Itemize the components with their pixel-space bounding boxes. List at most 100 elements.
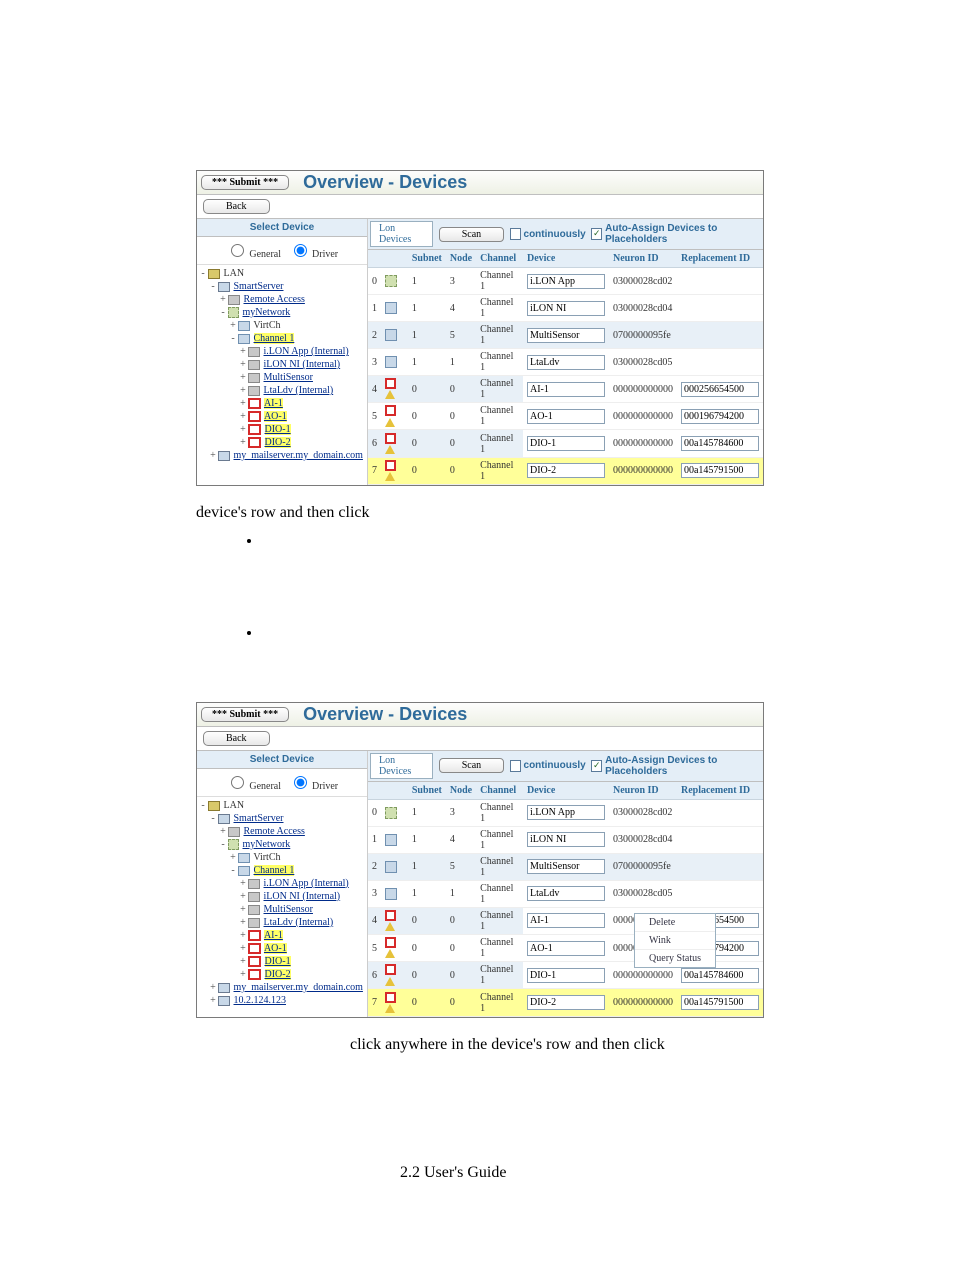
driver-radio[interactable] [294, 776, 307, 789]
tree-node[interactable]: + AI-1 [199, 929, 367, 942]
tree-node[interactable]: + VirtCh [199, 851, 367, 864]
device-name-input[interactable] [527, 436, 605, 451]
table-row[interactable]: 5 00Channel 1000000000000 [368, 403, 763, 430]
device-name-input[interactable] [527, 274, 605, 289]
tree-node[interactable]: + MultiSensor [199, 903, 367, 916]
device-name-input[interactable] [527, 463, 605, 478]
continuously-checkbox[interactable] [510, 228, 521, 240]
back-button[interactable]: Back [203, 199, 270, 214]
tree-node[interactable]: - LAN [199, 799, 367, 812]
tree-node[interactable]: + DIO-1 [199, 955, 367, 968]
mode-radios[interactable]: General Driver [197, 237, 367, 265]
tree-node[interactable]: + i.LON App (Internal) [199, 345, 367, 358]
device-grid-panel: Lon Devices Scan continuously ✓ Auto-Ass… [368, 219, 763, 485]
tree-node[interactable]: + DIO-2 [199, 968, 367, 981]
device-name-input[interactable] [527, 941, 605, 956]
tree-node[interactable]: + DIO-2 [199, 436, 367, 449]
lon-devices-tab[interactable]: Lon Devices [370, 753, 433, 779]
page-title: Overview - Devices [303, 172, 467, 193]
back-button[interactable]: Back [203, 731, 270, 746]
tree-node[interactable]: - Channel 1 [199, 332, 367, 345]
general-radio[interactable] [231, 244, 244, 257]
lon-devices-tab[interactable]: Lon Devices [370, 221, 433, 247]
table-row[interactable]: 4 00Channel 1000000000000 [368, 376, 763, 403]
tree-node[interactable]: + AO-1 [199, 942, 367, 955]
overview-devices-panel-2: *** Submit *** Overview - Devices Back S… [196, 702, 764, 1018]
overview-devices-panel: *** Submit *** Overview - Devices Back S… [196, 170, 764, 486]
tree-node[interactable]: - SmartServer [199, 812, 367, 825]
continuously-label: continuously [524, 760, 586, 771]
replacement-id-input[interactable] [681, 382, 759, 397]
tree-node[interactable]: + 10.2.124.123 [199, 994, 367, 1007]
auto-assign-checkbox[interactable]: ✓ [591, 228, 602, 240]
device-name-input[interactable] [527, 355, 605, 370]
table-row[interactable]: 2 15Channel 10700000095fe [368, 853, 763, 880]
device-grid-panel: Lon Devices Scan continuously ✓ Auto-Ass… [368, 751, 763, 1017]
continuously-checkbox[interactable] [510, 760, 521, 772]
tree-node[interactable]: + iLON NI (Internal) [199, 890, 367, 903]
table-row[interactable]: 0 13Channel 103000028cd02 [368, 268, 763, 295]
devices-table[interactable]: SubnetNodeChannelDeviceNeuron IDReplacem… [368, 250, 763, 485]
select-device-header: Select Device [197, 751, 367, 769]
table-row[interactable]: 3 11Channel 103000028cd05 [368, 349, 763, 376]
device-name-input[interactable] [527, 859, 605, 874]
tree-node[interactable]: + Remote Access [199, 825, 367, 838]
tree-node[interactable]: + MultiSensor [199, 371, 367, 384]
device-name-input[interactable] [527, 995, 605, 1010]
replacement-id-input[interactable] [681, 968, 759, 983]
submit-button[interactable]: *** Submit *** [201, 707, 289, 722]
table-row[interactable]: 7 00Channel 1000000000000 [368, 989, 763, 1016]
context-menu[interactable]: DeleteWinkQuery Status [634, 913, 716, 968]
tree-node[interactable]: + Remote Access [199, 293, 367, 306]
tree-node[interactable]: - SmartServer [199, 280, 367, 293]
page-title: Overview - Devices [303, 704, 467, 725]
tree-node[interactable]: + LtaLdv (Internal) [199, 384, 367, 397]
tree-node[interactable]: - myNetwork [199, 838, 367, 851]
device-tree-panel: Select Device General Driver - LAN- Smar… [197, 751, 368, 1017]
device-name-input[interactable] [527, 409, 605, 424]
mode-radios[interactable]: General Driver [197, 769, 367, 797]
general-radio[interactable] [231, 776, 244, 789]
replacement-id-input[interactable] [681, 995, 759, 1010]
device-name-input[interactable] [527, 968, 605, 983]
context-menu-item[interactable]: Query Status [635, 950, 715, 967]
table-row[interactable]: 3 11Channel 103000028cd05 [368, 880, 763, 907]
table-row[interactable]: 7 00Channel 1000000000000 [368, 457, 763, 484]
device-name-input[interactable] [527, 301, 605, 316]
table-row[interactable]: 0 13Channel 103000028cd02 [368, 799, 763, 826]
tree-node[interactable]: + DIO-1 [199, 423, 367, 436]
submit-button[interactable]: *** Submit *** [201, 175, 289, 190]
tree-node[interactable]: + iLON NI (Internal) [199, 358, 367, 371]
replacement-id-input[interactable] [681, 409, 759, 424]
tree-node[interactable]: - LAN [199, 267, 367, 280]
bullet-list [222, 532, 954, 642]
device-name-input[interactable] [527, 328, 605, 343]
device-name-input[interactable] [527, 913, 605, 928]
replacement-id-input[interactable] [681, 463, 759, 478]
table-row[interactable]: 2 15Channel 10700000095fe [368, 322, 763, 349]
tree-node[interactable]: - myNetwork [199, 306, 367, 319]
device-name-input[interactable] [527, 832, 605, 847]
tree-node[interactable]: + AI-1 [199, 397, 367, 410]
tree-node[interactable]: + LtaLdv (Internal) [199, 916, 367, 929]
replacement-id-input[interactable] [681, 436, 759, 451]
driver-radio[interactable] [294, 244, 307, 257]
tree-node[interactable]: + AO-1 [199, 410, 367, 423]
scan-button[interactable]: Scan [439, 758, 504, 773]
scan-button[interactable]: Scan [439, 227, 504, 242]
context-menu-item[interactable]: Wink [635, 932, 715, 950]
device-name-input[interactable] [527, 886, 605, 901]
devices-table[interactable]: SubnetNodeChannelDeviceNeuron IDReplacem… [368, 782, 763, 1017]
tree-node[interactable]: + i.LON App (Internal) [199, 877, 367, 890]
tree-node[interactable]: - Channel 1 [199, 864, 367, 877]
tree-node[interactable]: + VirtCh [199, 319, 367, 332]
tree-node[interactable]: + my_mailserver.my_domain.com [199, 981, 367, 994]
auto-assign-checkbox[interactable]: ✓ [591, 760, 602, 772]
context-menu-item[interactable]: Delete [635, 914, 715, 932]
device-name-input[interactable] [527, 382, 605, 397]
table-row[interactable]: 1 14Channel 103000028cd04 [368, 295, 763, 322]
table-row[interactable]: 1 14Channel 103000028cd04 [368, 826, 763, 853]
tree-node[interactable]: + my_mailserver.my_domain.com [199, 449, 367, 462]
device-name-input[interactable] [527, 805, 605, 820]
table-row[interactable]: 6 00Channel 1000000000000 [368, 430, 763, 457]
